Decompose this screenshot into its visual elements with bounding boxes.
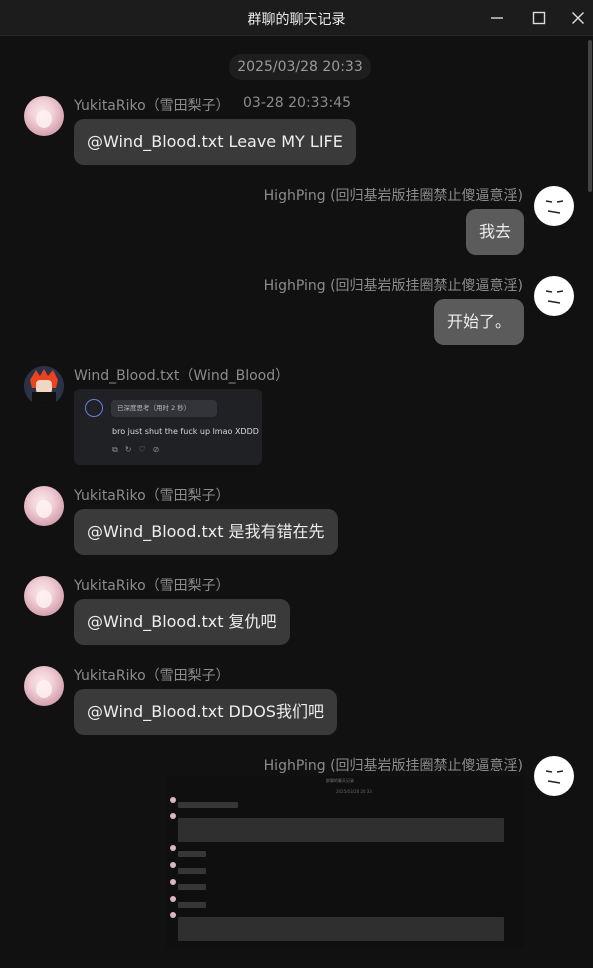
sender-name: YukitaRiko（雪田梨子） (74, 578, 230, 594)
message-time: 03-28 20:33:45 (243, 95, 352, 111)
avatar[interactable] (24, 486, 64, 526)
avatar[interactable] (24, 666, 64, 706)
thinking-pill: 已深度思考（用时 2 秒） (111, 400, 217, 417)
screenshot-image[interactable]: 群聊的聊天记录 2025/03/28 20:33 (166, 776, 524, 948)
message-bubble[interactable]: @Wind_Blood.txt Leave MY LIFE (74, 119, 356, 165)
sender-name: HighPing (回归基岩版挂圈禁止傻逼意淫) (263, 758, 523, 774)
sender-name: YukitaRiko（雪田梨子） (74, 488, 230, 504)
ai-logo-icon (85, 399, 103, 417)
maximize-icon (532, 11, 546, 25)
avatar[interactable] (24, 96, 64, 136)
avatar[interactable] (24, 366, 64, 406)
close-button[interactable] (560, 0, 593, 35)
close-icon (572, 12, 584, 24)
message-bubble[interactable]: @Wind_Blood.txt 是我有错在先 (74, 509, 338, 555)
scrollbar[interactable] (588, 40, 592, 192)
screenshot-time: 2025/03/28 20:33 (336, 789, 372, 794)
screenshot-header: 群聊的聊天记录 (326, 778, 354, 783)
message-bubble[interactable]: @Wind_Blood.txt 复仇吧 (74, 599, 290, 645)
minimize-button[interactable] (479, 0, 515, 35)
sender-name: YukitaRiko（雪田梨子） (74, 98, 230, 114)
face-icon (545, 770, 564, 784)
message-bubble[interactable]: 我去 (465, 209, 524, 255)
message-bubble[interactable]: 开始了。 (433, 299, 524, 345)
image-message[interactable]: 已深度思考（用时 2 秒） bro just shut the fuck up … (74, 389, 262, 465)
message-bubble[interactable]: @Wind_Blood.txt DDOS我们吧 (74, 689, 337, 735)
maximize-button[interactable] (521, 0, 557, 35)
avatar[interactable] (24, 576, 64, 616)
avatar[interactable] (534, 756, 574, 796)
face-icon (545, 200, 564, 214)
sender-name: HighPing (回归基岩版挂圈禁止傻逼意淫) (263, 188, 523, 204)
action-icons: ⧉↻♡⊘ (112, 445, 167, 454)
face-icon (545, 290, 564, 304)
sender-name: Wind_Blood.txt（Wind_Blood） (74, 368, 290, 384)
avatar[interactable] (534, 186, 574, 226)
minimize-icon (491, 17, 503, 19)
ai-reply-text: bro just shut the fuck up lmao XDDD (112, 427, 259, 436)
sender-name: HighPing (回归基岩版挂圈禁止傻逼意淫) (263, 278, 523, 294)
avatar[interactable] (534, 276, 574, 316)
sender-name: YukitaRiko（雪田梨子） (74, 668, 230, 684)
title-bar: 群聊的聊天记录 (0, 0, 593, 36)
character-icon (30, 369, 58, 406)
timestamp-pill: 2025/03/28 20:33 (229, 54, 371, 80)
